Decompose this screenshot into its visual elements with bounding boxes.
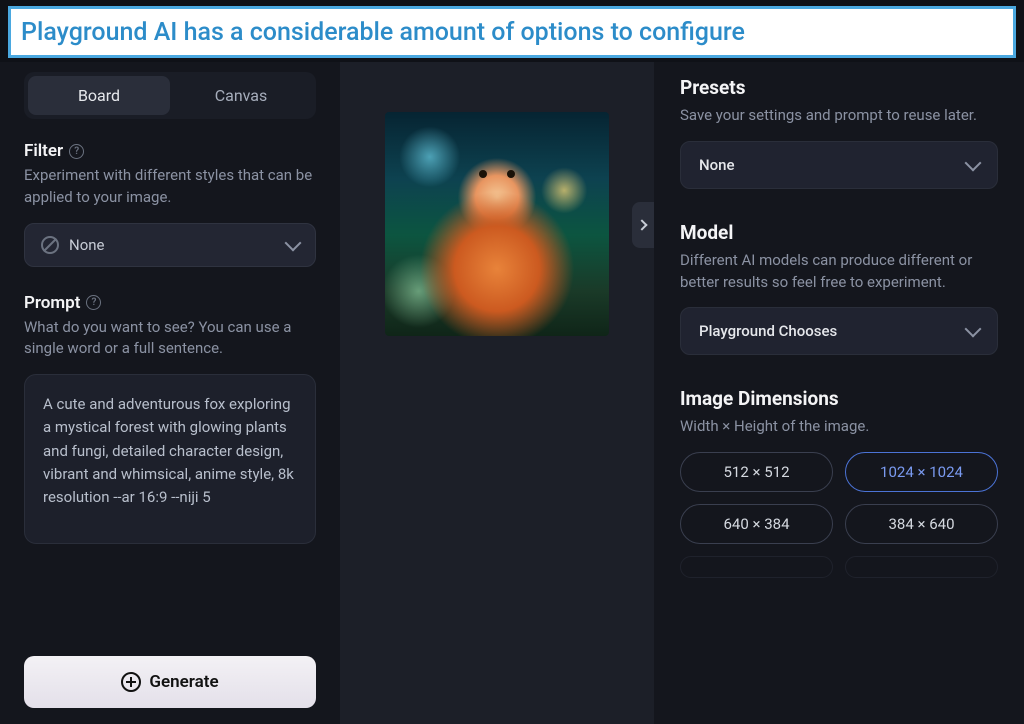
help-icon[interactable]: ?	[69, 144, 84, 159]
tab-canvas[interactable]: Canvas	[170, 76, 312, 115]
generate-button[interactable]: Generate	[24, 656, 316, 708]
expand-right-panel-button[interactable]	[632, 202, 654, 248]
dimension-option-0[interactable]: 512 × 512	[680, 452, 833, 492]
prompt-label-row: Prompt ?	[24, 293, 316, 313]
dimension-option-5[interactable]	[845, 556, 998, 578]
chevron-down-icon	[965, 154, 982, 171]
filter-title: Filter	[24, 141, 63, 161]
tab-board-label: Board	[78, 86, 120, 105]
prompt-desc: What do you want to see? You can use a s…	[24, 317, 316, 361]
presets-section: Presets Save your settings and prompt to…	[680, 76, 998, 189]
prompt-input[interactable]: A cute and adventurous fox exploring a m…	[24, 374, 316, 544]
filter-label-row: Filter ?	[24, 141, 316, 161]
model-section: Model Different AI models can produce di…	[680, 221, 998, 356]
dimensions-grid: 512 × 512 1024 × 1024 640 × 384 384 × 64…	[680, 452, 998, 578]
filter-dropdown[interactable]: None	[24, 223, 316, 267]
presets-title: Presets	[680, 76, 998, 99]
view-tabs: Board Canvas	[24, 72, 316, 119]
annotation-text: Playground AI has a considerable amount …	[21, 18, 745, 47]
chevron-down-icon	[285, 234, 302, 251]
annotation-banner: Playground AI has a considerable amount …	[8, 6, 1016, 58]
left-panel: Board Canvas Filter ? Experiment with di…	[0, 62, 340, 724]
generated-image[interactable]	[385, 112, 609, 336]
dimensions-section: Image Dimensions Width × Height of the i…	[680, 387, 998, 578]
presets-desc: Save your settings and prompt to reuse l…	[680, 105, 998, 127]
tab-board[interactable]: Board	[28, 76, 170, 115]
model-title: Model	[680, 221, 998, 244]
canvas-area	[340, 62, 654, 724]
filter-desc: Experiment with different styles that ca…	[24, 165, 316, 209]
generate-label: Generate	[149, 672, 218, 692]
plus-circle-icon	[121, 672, 141, 692]
chevron-right-icon	[636, 219, 647, 230]
tab-canvas-label: Canvas	[215, 86, 268, 105]
dimension-option-4[interactable]	[680, 556, 833, 578]
dimension-option-3[interactable]: 384 × 640	[845, 504, 998, 544]
right-panel: Presets Save your settings and prompt to…	[654, 62, 1024, 724]
dimensions-desc: Width × Height of the image.	[680, 416, 998, 438]
dimensions-title: Image Dimensions	[680, 387, 998, 410]
presets-dropdown[interactable]: None	[680, 141, 998, 189]
none-icon	[41, 236, 59, 254]
app-frame: Board Canvas Filter ? Experiment with di…	[0, 0, 1024, 724]
chevron-down-icon	[965, 321, 982, 338]
dimension-option-1[interactable]: 1024 × 1024	[845, 452, 998, 492]
model-desc: Different AI models can produce differen…	[680, 250, 998, 294]
model-dropdown[interactable]: Playground Chooses	[680, 307, 998, 355]
dimension-option-2[interactable]: 640 × 384	[680, 504, 833, 544]
prompt-title: Prompt	[24, 293, 80, 313]
model-value: Playground Chooses	[699, 322, 837, 340]
help-icon[interactable]: ?	[86, 295, 101, 310]
presets-value: None	[699, 156, 735, 174]
filter-dropdown-left: None	[41, 236, 105, 254]
filter-value: None	[69, 236, 105, 254]
